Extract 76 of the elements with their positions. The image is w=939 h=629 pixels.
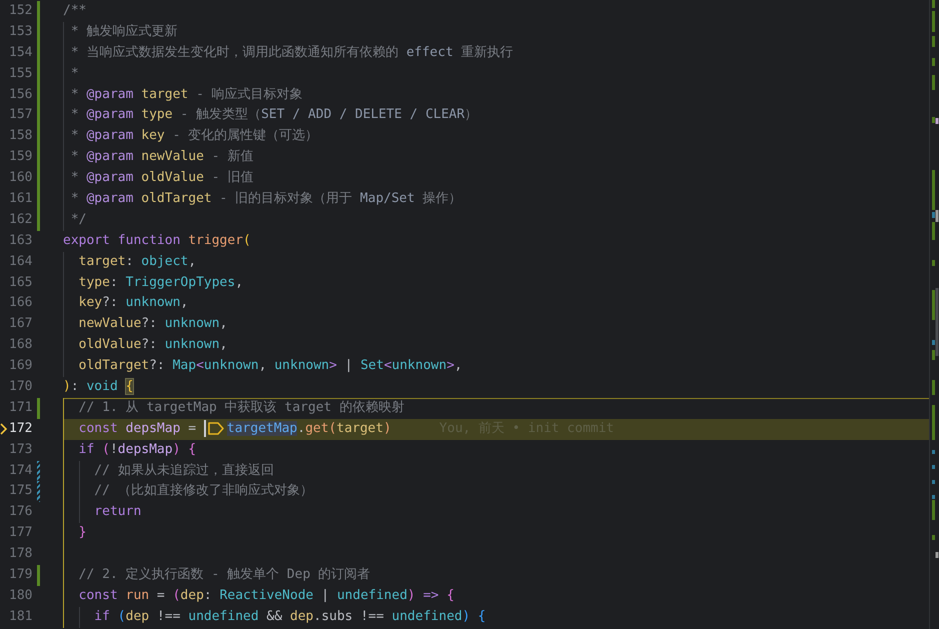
line-number: 174 xyxy=(9,462,32,480)
code-comment: * xyxy=(70,64,79,83)
line-number: 169 xyxy=(9,357,32,376)
code-comment: // 如果从未追踪过，直接返回 xyxy=(93,462,274,480)
code-line: oldTarget?: Map<unknown, unknown> | Set<unknown>, xyxy=(78,357,462,376)
line-number: 172 xyxy=(9,420,32,438)
line-number: 179 xyxy=(9,566,32,584)
line-number: 170 xyxy=(9,378,32,396)
line-number: 171 xyxy=(9,398,32,417)
line-number: 177 xyxy=(9,524,32,542)
code-line: const run = (dep: ReactiveNode | undefined) => { xyxy=(78,586,454,605)
line-number: 158 xyxy=(9,127,32,146)
code-line: * @param type - 触发类型（SET / ADD / DELETE / CLEAR） xyxy=(70,106,478,124)
line-number: 176 xyxy=(9,503,32,522)
code-comment: // 1. 从 targetMap 中获取该 target 的依赖映射 xyxy=(78,398,404,417)
code-line: * @param newValue - 新值 xyxy=(70,148,254,166)
added-line-marker[interactable] xyxy=(37,126,40,148)
code-line: * @param key - 变化的属性键（可选） xyxy=(70,127,318,146)
code-comment: */ xyxy=(70,210,86,229)
text-cursor xyxy=(204,420,206,437)
line-number: 163 xyxy=(9,232,32,250)
code-line: return xyxy=(93,503,142,522)
code-line: type: TriggerOpTypes, xyxy=(78,274,244,292)
code-line: if (!depsMap) { xyxy=(78,440,196,459)
added-line-marker[interactable] xyxy=(37,210,40,231)
code-line: newValue?: unknown, xyxy=(78,315,228,334)
code-line: export function trigger( xyxy=(63,232,251,250)
line-number: 161 xyxy=(9,190,32,208)
line-number: 156 xyxy=(9,86,32,104)
line-number: 164 xyxy=(9,252,32,271)
code-line: if (dep !== undefined && dep.subs !== undefined) { xyxy=(93,608,486,626)
code-line: ): void { xyxy=(63,378,134,396)
added-line-marker[interactable] xyxy=(37,168,40,190)
added-line-marker[interactable] xyxy=(37,189,40,210)
added-line-marker[interactable] xyxy=(37,42,40,64)
line-number: 175 xyxy=(9,482,32,500)
line-number: 153 xyxy=(9,22,32,41)
line-number: 178 xyxy=(9,545,32,564)
line-number: 157 xyxy=(9,106,32,124)
modified-line-marker[interactable] xyxy=(37,460,40,482)
line-number: 173 xyxy=(9,440,32,459)
code-line: } xyxy=(78,524,86,542)
line-number: 181 xyxy=(9,608,32,626)
added-line-marker[interactable] xyxy=(37,22,40,43)
line-number: 166 xyxy=(9,294,32,312)
added-line-marker[interactable] xyxy=(37,105,40,126)
line-number: 155 xyxy=(9,64,32,83)
code-comment: // （比如直接修改了非响应式对象） xyxy=(93,482,313,500)
line-number: 159 xyxy=(9,148,32,166)
code-line: * @param oldTarget - 旧的目标对象（用于 Map/Set 操作） xyxy=(70,190,462,208)
line-number: 167 xyxy=(9,315,32,334)
added-line-marker[interactable] xyxy=(37,147,40,168)
code-line: * @param target - 响应式目标对象 xyxy=(70,86,303,104)
added-line-marker[interactable] xyxy=(37,1,40,22)
code-line: const depsMap = targetMap.get(target) xyxy=(78,418,392,439)
tag-icon[interactable] xyxy=(206,420,225,436)
code-line: * @param oldValue - 旧值 xyxy=(70,169,254,188)
line-number: 160 xyxy=(9,169,32,188)
added-line-marker[interactable] xyxy=(37,565,40,586)
line-number: 180 xyxy=(9,586,32,605)
code-line: target: object, xyxy=(78,252,196,271)
code-comment: // 2. 定义执行函数 - 触发单个 Dep 的订阅者 xyxy=(78,566,370,584)
code-line: * 当响应式数据发生变化时，调用此函数通知所有依赖的 effect 重新执行 xyxy=(70,44,514,62)
modified-line-marker[interactable] xyxy=(37,481,40,502)
code-line: oldValue?: unknown, xyxy=(78,336,228,354)
line-number: 165 xyxy=(9,274,32,292)
code-comment: /** xyxy=(63,2,86,20)
line-number: 168 xyxy=(9,336,32,354)
code-comment: * 触发响应式更新 xyxy=(70,22,178,41)
line-number: 154 xyxy=(9,44,32,62)
added-line-marker[interactable] xyxy=(37,64,40,85)
line-number: 152 xyxy=(9,2,32,20)
added-line-marker[interactable] xyxy=(37,398,40,419)
line-number: 162 xyxy=(9,210,32,229)
code-line: key?: unknown, xyxy=(78,294,188,312)
added-line-marker[interactable] xyxy=(37,84,40,106)
